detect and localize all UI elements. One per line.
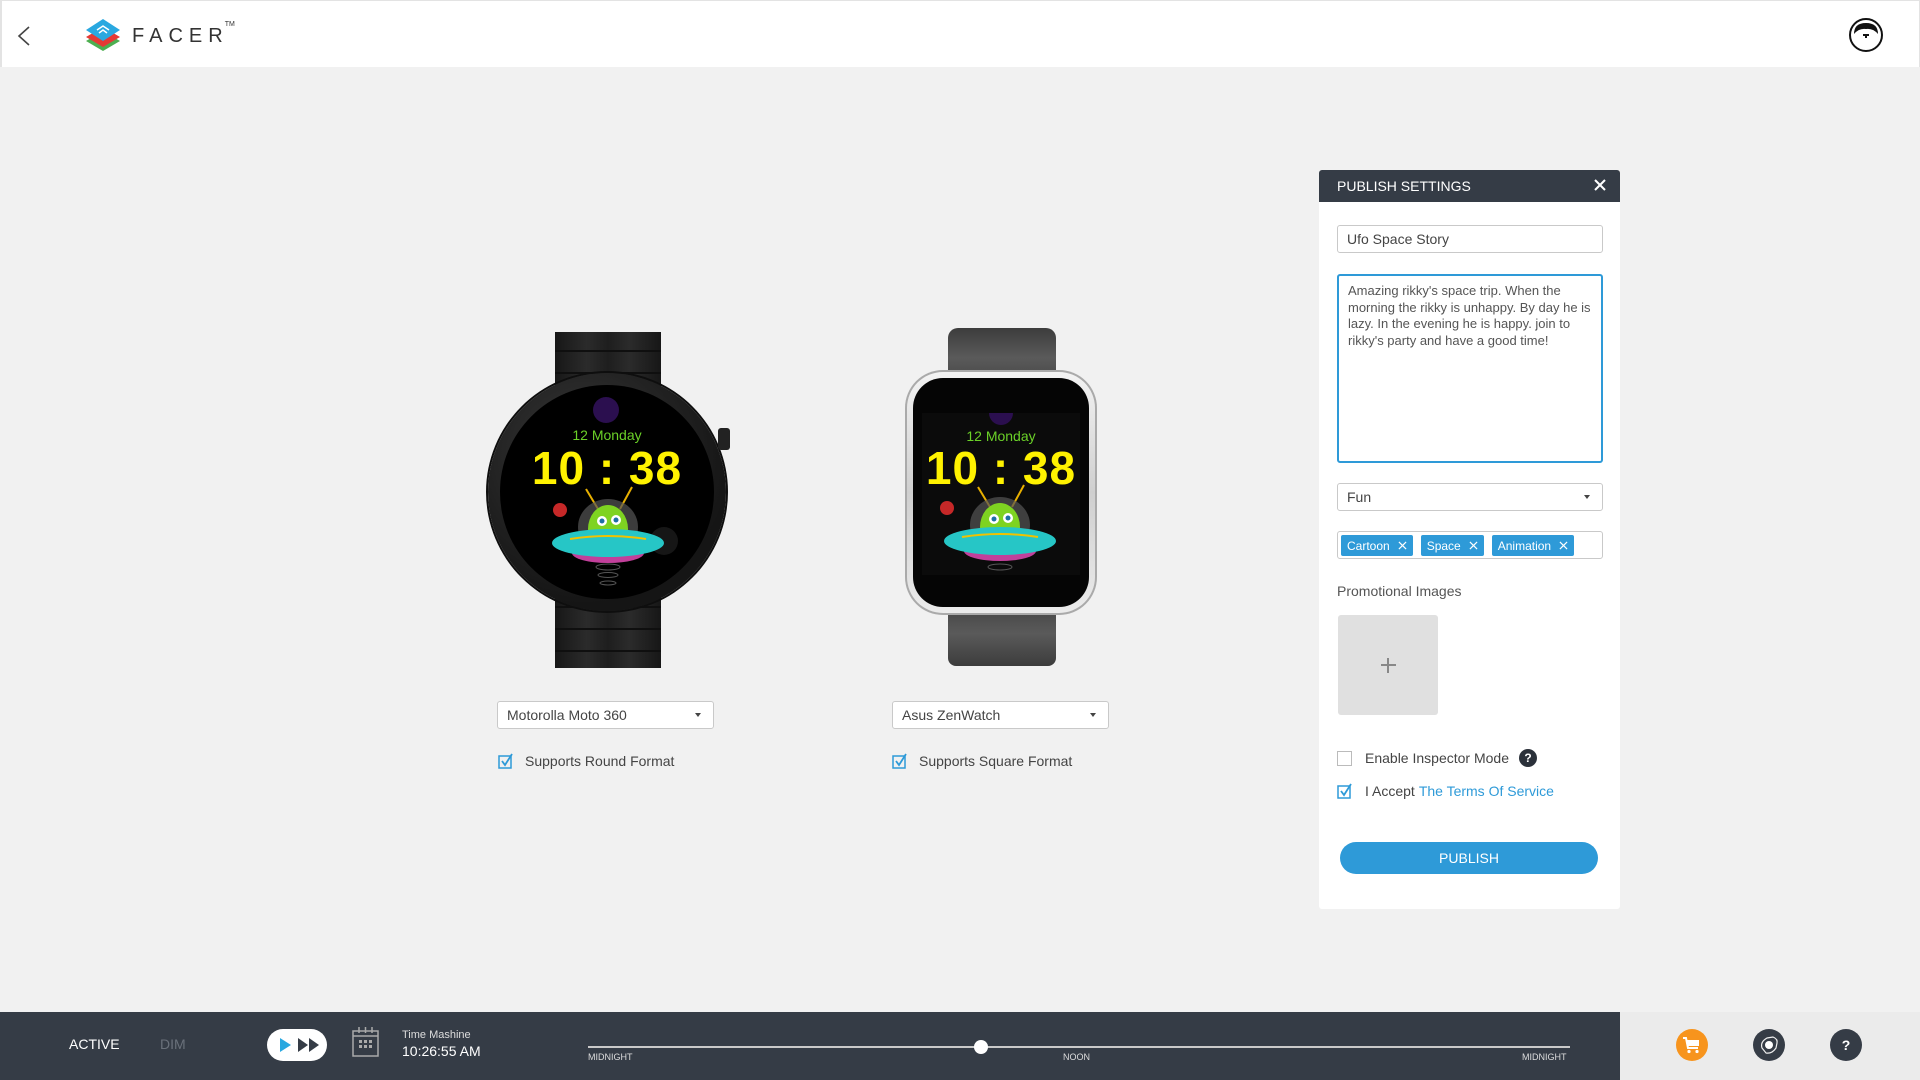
watch-band-bottom <box>948 612 1056 666</box>
facer-logo-icon <box>86 19 120 51</box>
category-select[interactable]: Fun <box>1337 483 1603 511</box>
right-tools: ? <box>1620 1012 1920 1080</box>
plus-icon-stroke <box>1387 658 1389 673</box>
top-header: FACERTM <box>0 0 1920 67</box>
remove-tag-icon[interactable] <box>1398 541 1407 550</box>
brand-name: FACERTM <box>132 20 235 47</box>
square-device-select[interactable]: Asus ZenWatch <box>892 701 1109 729</box>
dim-mode-tab[interactable]: DIM <box>160 1036 186 1052</box>
watch-crown <box>718 428 730 450</box>
planet-purple <box>593 397 619 423</box>
publish-button[interactable]: PUBLISH <box>1340 842 1598 874</box>
avatar-icon <box>1854 23 1878 38</box>
tag-chip: Cartoon <box>1341 535 1413 556</box>
slider-label-noon: NOON <box>1063 1052 1090 1062</box>
fast-forward-icon[interactable] <box>298 1038 320 1052</box>
close-button[interactable] <box>1592 177 1608 193</box>
user-avatar[interactable] <box>1849 18 1883 52</box>
supports-square-label: Supports Square Format <box>919 753 1073 769</box>
square-device-value: Asus ZenWatch <box>902 707 1001 723</box>
sync-watch-icon <box>1760 1036 1778 1054</box>
tag-chip: Animation <box>1491 535 1575 556</box>
panel-title: PUBLISH SETTINGS <box>1337 178 1471 194</box>
panel-header: PUBLISH SETTINGS <box>1319 170 1620 202</box>
watch-face-round: 12 Monday 10 : 38 <box>500 385 714 599</box>
time-slider-track[interactable] <box>588 1046 1570 1048</box>
ufo-alien-icon <box>944 484 1056 571</box>
watch-face-square: 12 Monday 10 : 38 <box>922 413 1080 575</box>
calendar-icon <box>352 1027 379 1057</box>
caret-down-icon <box>695 713 701 717</box>
time-machine-value: 10:26:55 AM <box>402 1043 481 1059</box>
inspector-mode-label: Enable Inspector Mode <box>1365 750 1509 766</box>
caret-down-icon <box>1584 495 1590 499</box>
tags-input[interactable]: Cartoon Space Animation <box>1337 531 1603 559</box>
planet-purple <box>989 413 1013 425</box>
calendar-button[interactable] <box>352 1026 379 1057</box>
facer-logo[interactable]: FACERTM <box>84 17 235 55</box>
accept-terms-row[interactable]: I Accept The Terms Of Service <box>1337 783 1554 799</box>
trademark-mark: TM <box>224 20 235 28</box>
supports-round-row[interactable]: Supports Round Format <box>498 753 674 769</box>
publish-settings-panel: PUBLISH SETTINGS Ufo Space Story Amazing… <box>1319 170 1620 909</box>
supports-square-checkbox[interactable] <box>892 753 908 769</box>
shop-button[interactable] <box>1676 1029 1708 1061</box>
inspector-mode-row[interactable]: Enable Inspector Mode ? <box>1337 749 1537 767</box>
add-promo-image-button[interactable] <box>1338 615 1438 715</box>
help-icon[interactable]: ? <box>1518 749 1537 767</box>
watchface-name-input[interactable]: Ufo Space Story <box>1337 225 1603 253</box>
supports-round-checkbox[interactable] <box>498 753 514 769</box>
caret-down-icon <box>1090 713 1096 717</box>
time-slider-thumb[interactable] <box>973 1040 988 1054</box>
tag-label: Animation <box>1497 538 1552 553</box>
round-device-select[interactable]: Motorolla Moto 360 <box>497 701 714 729</box>
help-button[interactable]: ? <box>1830 1029 1862 1061</box>
round-device-value: Motorolla Moto 360 <box>507 707 627 723</box>
back-button[interactable] <box>12 21 36 51</box>
playback-controls <box>267 1029 327 1061</box>
remove-tag-icon[interactable] <box>1559 541 1568 550</box>
cart-icon <box>1683 1037 1699 1054</box>
checkbox-checked-icon <box>498 753 513 769</box>
time-machine-label: Time Mashine <box>402 1029 471 1041</box>
tag-label: Cartoon <box>1347 538 1390 553</box>
play-icon[interactable] <box>279 1038 291 1052</box>
tag-label: Space <box>1426 538 1461 553</box>
accept-label: I Accept <box>1365 783 1415 799</box>
inspector-mode-checkbox[interactable] <box>1337 750 1352 766</box>
supports-round-label: Supports Round Format <box>525 753 675 769</box>
tag-chip: Space <box>1420 535 1484 556</box>
checkbox-checked-icon <box>1337 783 1352 799</box>
checkbox-checked-icon <box>892 753 907 769</box>
terms-of-service-link[interactable]: The Terms Of Service <box>1419 783 1554 799</box>
supports-square-row[interactable]: Supports Square Format <box>892 753 1072 769</box>
active-mode-tab[interactable]: ACTIVE <box>69 1036 120 1052</box>
accept-terms-checkbox[interactable] <box>1337 783 1353 799</box>
chevron-left-icon <box>17 26 30 46</box>
slider-label-end: MIDNIGHT <box>1522 1052 1567 1062</box>
remove-tag-icon[interactable] <box>1469 541 1478 550</box>
close-icon <box>1594 179 1606 191</box>
promotional-images-label: Promotional Images <box>1337 583 1462 599</box>
sync-button[interactable] <box>1753 1029 1785 1061</box>
ufo-alien-icon <box>552 486 664 586</box>
category-value: Fun <box>1347 489 1372 505</box>
slider-label-start: MIDNIGHT <box>588 1052 633 1062</box>
description-textarea[interactable]: Amazing rikky's space trip. When the mor… <box>1337 274 1603 463</box>
